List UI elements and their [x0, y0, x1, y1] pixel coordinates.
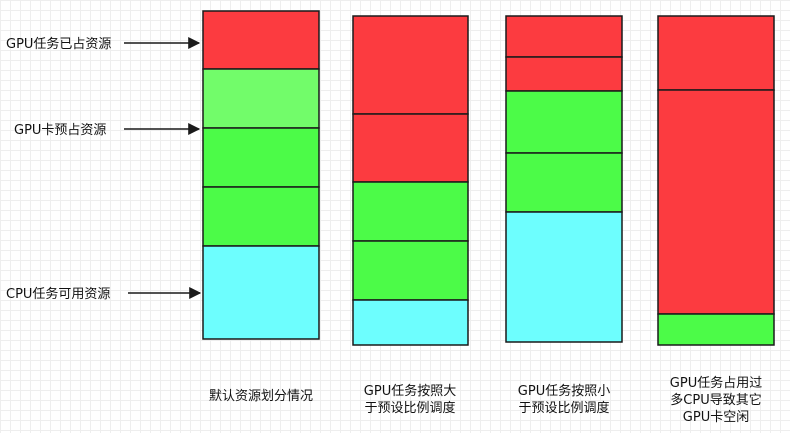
column-2 — [352, 15, 469, 346]
column-4 — [657, 15, 775, 346]
segment-cpu-available — [202, 245, 320, 340]
segment-gpu-used — [505, 15, 623, 58]
segment-gpu-reserved — [352, 240, 469, 301]
column-caption-4: GPU任务占用过多CPU导致其它 GPU卡空闲 — [670, 375, 762, 425]
resource-columns — [202, 10, 775, 346]
segment-gpu-used — [352, 113, 469, 183]
resource-diagram: GPU任务已占资源 GPU卡预占资源 CPU任务可用资源 默认资源划分情况 GPU… — [6, 10, 775, 425]
segment-gpu-reserved — [202, 127, 320, 188]
column-caption-2: GPU任务按照大于预设比例调度 — [364, 383, 456, 416]
segment-gpu-used — [505, 56, 623, 92]
segment-gpu-reserved — [505, 90, 623, 154]
segment-cpu-available — [352, 299, 469, 346]
label-cpu-available: CPU任务可用资源 — [6, 286, 202, 302]
gpu-reserved-label: GPU卡预占资源 — [14, 123, 106, 138]
segment-gpu-used — [657, 15, 775, 91]
column-1 — [202, 10, 320, 340]
gpu-used-label: GPU任务已占资源 — [6, 36, 111, 52]
segment-gpu-used — [352, 15, 469, 115]
segment-gpu-reserved — [505, 152, 623, 213]
segment-gpu-used — [202, 10, 320, 70]
segment-gpu-reserved — [202, 186, 320, 247]
segment-cpu-available — [505, 211, 623, 343]
segment-gpu-used — [657, 89, 775, 315]
segment-gpu-reserved-light — [202, 68, 320, 129]
column-captions: 默认资源划分情况 GPU任务按照大于预设比例调度 GPU任务按照小于预设比例调度 GP… — [209, 375, 762, 425]
column-caption-3: GPU任务按照小于预设比例调度 — [518, 383, 610, 416]
segment-gpu-reserved — [657, 313, 775, 346]
cpu-available-label: CPU任务可用资源 — [6, 286, 110, 302]
segment-gpu-reserved — [352, 181, 469, 242]
label-gpu-reserved: GPU卡预占资源 — [14, 123, 201, 138]
label-gpu-used: GPU任务已占资源 — [6, 36, 201, 52]
column-caption-1: 默认资源划分情况 — [209, 388, 313, 404]
column-3 — [505, 15, 623, 343]
